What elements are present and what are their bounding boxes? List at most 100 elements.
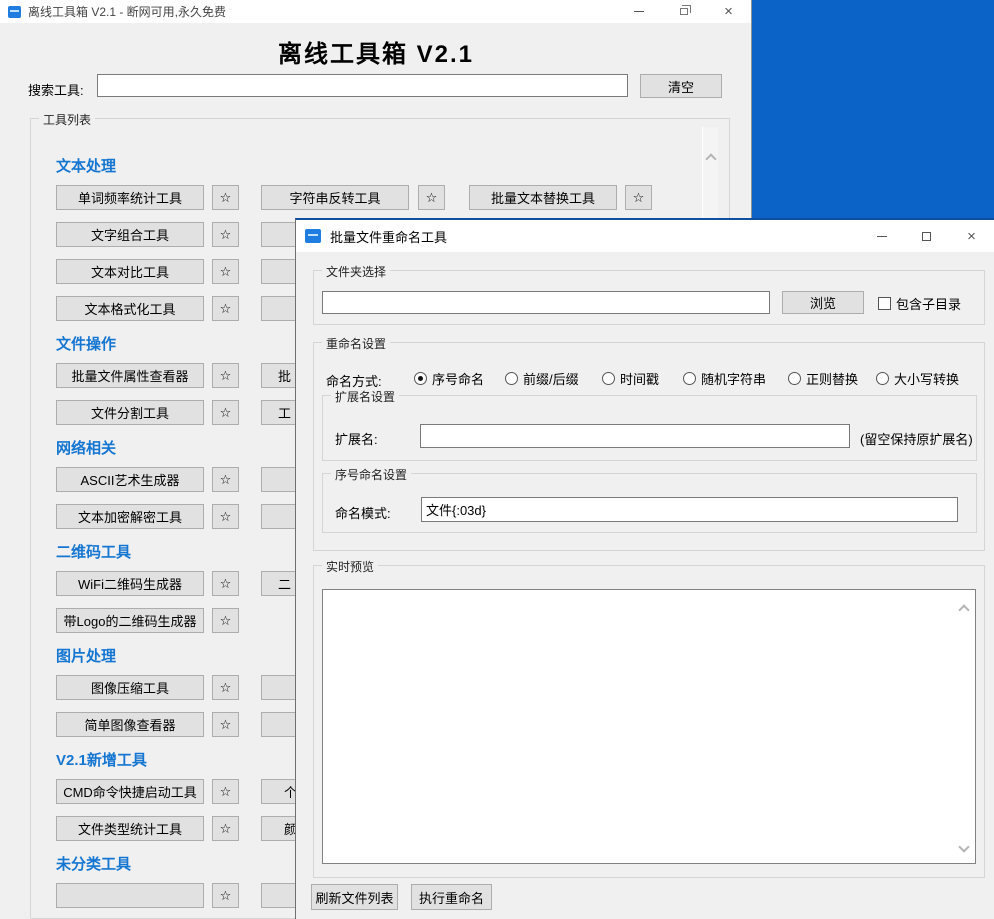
toolbox-app-icon <box>305 229 321 243</box>
scroll-up-icon[interactable] <box>705 153 716 164</box>
folder-group-label: 文件夹选择 <box>322 263 390 280</box>
favorite-star-button[interactable]: ☆ <box>212 504 239 529</box>
dialog-close-button[interactable]: × <box>949 220 994 252</box>
tool-row: 单词频率统计工具 ☆ 字符串反转工具 ☆ 批量文本替换工具 ☆ <box>56 185 699 210</box>
tool-button[interactable]: CMD命令快捷启动工具 <box>56 779 204 804</box>
favorite-star-button[interactable]: ☆ <box>212 296 239 321</box>
radio-icon[interactable] <box>876 372 889 385</box>
favorite-star-button[interactable]: ☆ <box>212 675 239 700</box>
radio-label: 大小写转换 <box>894 369 959 388</box>
favorite-star-button[interactable]: ☆ <box>212 883 239 908</box>
main-titlebar: 离线工具箱 V2.1 - 断网可用,永久免费 × <box>0 0 751 23</box>
execute-rename-button[interactable]: 执行重命名 <box>411 884 492 910</box>
radio-icon[interactable] <box>505 372 518 385</box>
pattern-field-label: 命名模式: <box>335 503 391 522</box>
minimize-icon <box>634 11 644 12</box>
main-close-button[interactable]: × <box>706 0 751 23</box>
radio-label: 随机字符串 <box>701 369 766 388</box>
batch-rename-dialog: 批量文件重命名工具 × 文件夹选择 浏览 包含子目录 重命名设置 命名方式: 序… <box>295 218 994 919</box>
naming-mode-radios: 序号命名 前缀/后缀 时间戳 随机字符串 正则替换 大小写转换 <box>314 369 984 389</box>
folder-select-groupbox: 文件夹选择 浏览 包含子目录 <box>313 270 985 325</box>
dialog-minimize-button[interactable] <box>859 220 904 252</box>
naming-mode-radio[interactable]: 时间戳 <box>602 369 659 388</box>
favorite-star-button[interactable]: ☆ <box>212 608 239 633</box>
naming-pattern-input[interactable] <box>421 497 958 522</box>
include-subdir-option[interactable]: 包含子目录 <box>878 294 961 313</box>
naming-mode-radio[interactable]: 大小写转换 <box>876 369 959 388</box>
extension-groupbox: 扩展名设置 扩展名: (留空保持原扩展名) <box>322 395 977 461</box>
radio-selected-icon[interactable] <box>414 372 427 385</box>
preview-group-label: 实时预览 <box>322 558 378 575</box>
tool-button[interactable]: 文本对比工具 <box>56 259 204 284</box>
favorite-star-button[interactable]: ☆ <box>625 185 652 210</box>
favorite-star-button[interactable]: ☆ <box>212 185 239 210</box>
tool-button[interactable]: 字符串反转工具 <box>261 185 409 210</box>
favorite-star-button[interactable]: ☆ <box>212 712 239 737</box>
maximize-icon <box>922 232 931 241</box>
dialog-maximize-button[interactable] <box>904 220 949 252</box>
tool-button[interactable]: 图像压缩工具 <box>56 675 204 700</box>
tool-button[interactable]: 批量文件属性查看器 <box>56 363 204 388</box>
radio-icon[interactable] <box>602 372 615 385</box>
folder-path-input[interactable] <box>322 291 770 314</box>
minimize-icon <box>877 236 887 237</box>
favorite-star-button[interactable]: ☆ <box>212 467 239 492</box>
toolbox-app-icon <box>8 6 21 18</box>
rename-group-label: 重命名设置 <box>322 335 390 352</box>
tool-button[interactable]: 文本加密解密工具 <box>56 504 204 529</box>
tool-button[interactable] <box>56 883 204 908</box>
tool-button[interactable]: 简单图像查看器 <box>56 712 204 737</box>
naming-mode-radio[interactable]: 前缀/后缀 <box>505 369 579 388</box>
section-title: 文本处理 <box>56 155 699 175</box>
search-input[interactable] <box>97 74 628 97</box>
checkbox-icon[interactable] <box>878 297 891 310</box>
tool-button[interactable]: ASCII艺术生成器 <box>56 467 204 492</box>
preview-list[interactable] <box>322 589 976 864</box>
radio-icon[interactable] <box>788 372 801 385</box>
tool-button[interactable]: 批量文本替换工具 <box>469 185 617 210</box>
scroll-down-icon[interactable] <box>958 841 969 852</box>
main-minimize-button[interactable] <box>616 0 661 23</box>
page-title: 离线工具箱 V2.1 <box>0 34 752 69</box>
main-restore-button[interactable] <box>661 0 706 23</box>
rename-settings-groupbox: 重命名设置 命名方式: 序号命名前缀/后缀时间戳随机字符串正则替换大小写转换 扩… <box>313 342 985 551</box>
browse-button[interactable]: 浏览 <box>782 291 864 314</box>
naming-mode-radio[interactable]: 序号命名 <box>414 369 484 388</box>
dialog-titlebar: 批量文件重命名工具 × <box>296 220 994 252</box>
main-window-title: 离线工具箱 V2.1 - 断网可用,永久免费 <box>28 3 616 20</box>
restore-icon <box>680 8 688 15</box>
tool-button[interactable]: 文件类型统计工具 <box>56 816 204 841</box>
favorite-star-button[interactable]: ☆ <box>212 779 239 804</box>
favorite-star-button[interactable]: ☆ <box>212 363 239 388</box>
scroll-up-icon[interactable] <box>958 604 969 615</box>
clear-search-button[interactable]: 清空 <box>640 74 722 98</box>
close-icon: × <box>724 4 733 19</box>
naming-mode-radio[interactable]: 随机字符串 <box>683 369 766 388</box>
live-preview-groupbox: 实时预览 <box>313 565 985 878</box>
favorite-star-button[interactable]: ☆ <box>418 185 445 210</box>
tool-button[interactable]: 文件分割工具 <box>56 400 204 425</box>
favorite-star-button[interactable]: ☆ <box>212 400 239 425</box>
favorite-star-button[interactable]: ☆ <box>212 259 239 284</box>
extension-group-label: 扩展名设置 <box>331 388 399 405</box>
extension-input[interactable] <box>420 424 850 448</box>
desktop: 离线工具箱 V2.1 - 断网可用,永久免费 × 离线工具箱 V2.1 搜索工具… <box>0 0 994 919</box>
include-subdir-label: 包含子目录 <box>896 294 961 313</box>
favorite-star-button[interactable]: ☆ <box>212 816 239 841</box>
tool-button[interactable]: 文本格式化工具 <box>56 296 204 321</box>
radio-label: 前缀/后缀 <box>523 369 579 388</box>
tool-button[interactable]: 带Logo的二维码生成器 <box>56 608 204 633</box>
radio-icon[interactable] <box>683 372 696 385</box>
tool-button[interactable]: WiFi二维码生成器 <box>56 571 204 596</box>
naming-mode-radio[interactable]: 正则替换 <box>788 369 858 388</box>
dialog-title: 批量文件重命名工具 <box>330 227 859 246</box>
refresh-file-list-button[interactable]: 刷新文件列表 <box>311 884 398 910</box>
tool-button[interactable]: 单词频率统计工具 <box>56 185 204 210</box>
tool-button[interactable]: 文字组合工具 <box>56 222 204 247</box>
close-icon: × <box>967 229 976 244</box>
favorite-star-button[interactable]: ☆ <box>212 222 239 247</box>
favorite-star-button[interactable]: ☆ <box>212 571 239 596</box>
extension-note: (留空保持原扩展名) <box>860 429 973 448</box>
sequence-naming-groupbox: 序号命名设置 命名模式: <box>322 473 977 533</box>
extension-field-label: 扩展名: <box>335 429 378 448</box>
